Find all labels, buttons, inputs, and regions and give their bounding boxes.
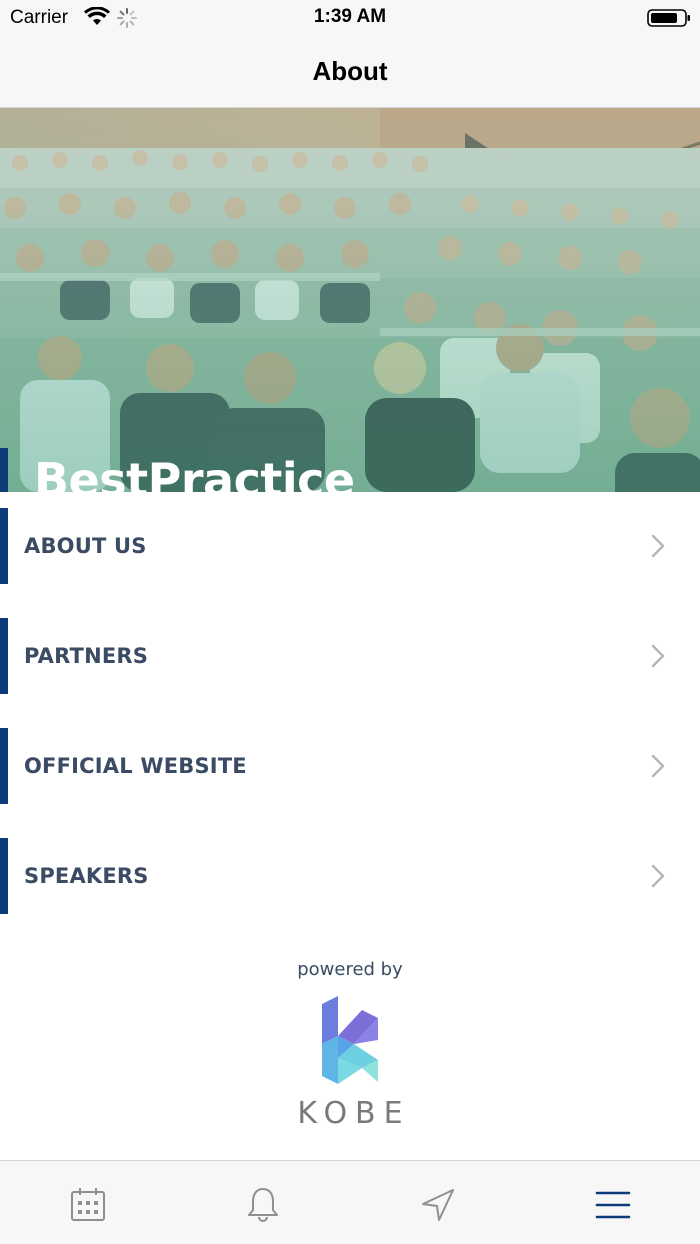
powered-by-label: powered by: [297, 959, 403, 980]
hero-banner: BestPractice Day: [0, 108, 700, 492]
menu-item-about-us[interactable]: ABOUT US: [0, 508, 700, 584]
menu-item-official-website[interactable]: OFFICIAL WEBSITE: [0, 728, 700, 804]
menu-item-accent: [0, 728, 8, 804]
menu-item-partners[interactable]: PARTNERS: [0, 618, 700, 694]
menu-item-speakers[interactable]: SPEAKERS: [0, 838, 700, 914]
navigation-bar: About: [0, 40, 700, 108]
clock: 1:39 AM: [313, 6, 387, 27]
menu-item-label: ABOUT US: [24, 534, 147, 558]
menu-item-accent: [0, 508, 8, 584]
kobe-wordmark: KOBE: [297, 1096, 411, 1131]
tab-menu[interactable]: [525, 1161, 700, 1244]
menu-icon: [595, 1191, 631, 1219]
calendar-icon: [71, 1188, 105, 1221]
menu-item-label: PARTNERS: [24, 644, 149, 668]
page-title: About: [312, 56, 388, 86]
tab-schedule[interactable]: [0, 1161, 175, 1244]
tab-location[interactable]: [350, 1161, 525, 1244]
status-bar: Carrier 1:39 AM: [0, 0, 700, 40]
conference-audience-photo: [0, 108, 700, 492]
hero-accent-bar: [0, 448, 8, 492]
menu-item-label: OFFICIAL WEBSITE: [24, 754, 247, 778]
chevron-right-icon: [651, 864, 665, 888]
tab-bar: [0, 1160, 700, 1244]
menu-item-accent: [0, 618, 8, 694]
navigation-arrow-icon: [422, 1189, 454, 1221]
bell-icon: [248, 1188, 278, 1222]
menu-item-accent: [0, 838, 8, 914]
chevron-right-icon: [651, 534, 665, 558]
kobe-logo-icon: [322, 996, 378, 1084]
tab-notifications[interactable]: [175, 1161, 350, 1244]
event-title: BestPractice Day: [34, 453, 355, 492]
battery-icon: [647, 9, 690, 27]
chevron-right-icon: [651, 754, 665, 778]
chevron-right-icon: [651, 644, 665, 668]
menu-item-label: SPEAKERS: [24, 864, 149, 888]
